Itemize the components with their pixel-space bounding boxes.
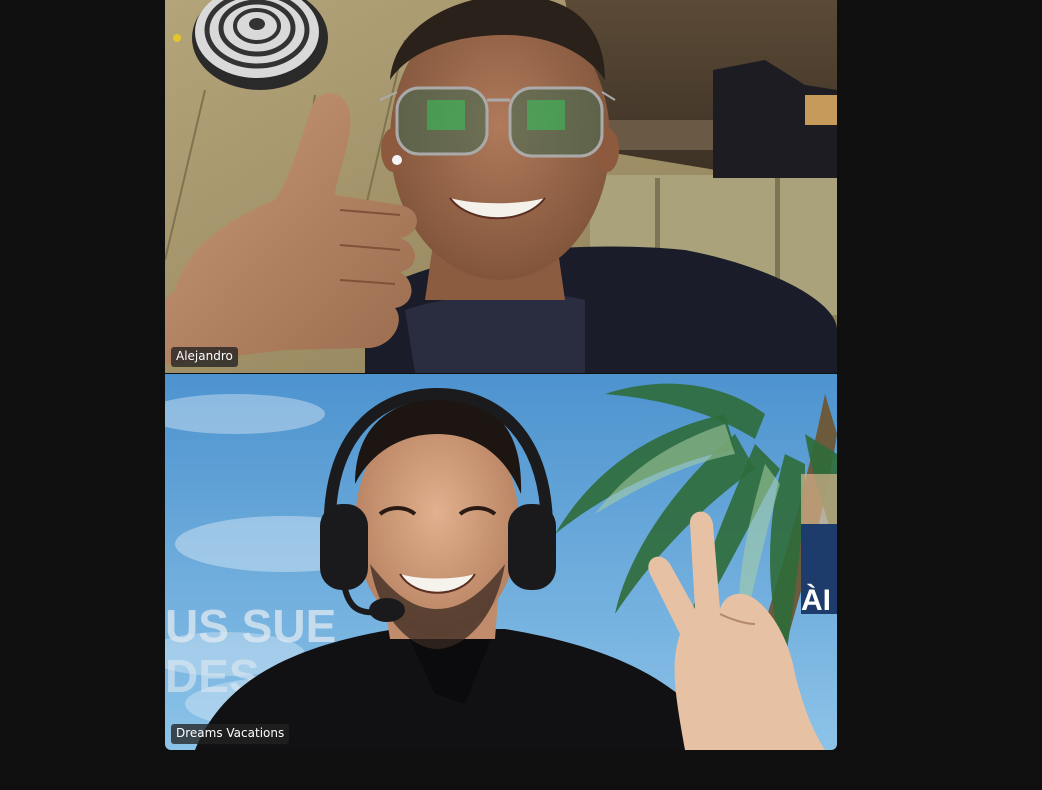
participant-video-tile-alejandro[interactable]: Alejandro [165,0,837,373]
backdrop-text-1: US SUE [165,600,336,652]
participant-video-tile-dreams-vacations[interactable]: US SUE DES ÀI Dreams Vacations [165,374,837,750]
participant-name-label: Alejandro [171,347,238,367]
video-feed-alejandro [165,0,837,373]
backdrop-sign-text: ÀI [801,583,831,617]
participant-name-label: Dreams Vacations [171,724,290,744]
video-call-stage: Alejandro US SUE DES ÀI Dreams Vacations [0,0,1042,790]
video-feed-dreams-vacations: US SUE DES ÀI [165,374,837,750]
